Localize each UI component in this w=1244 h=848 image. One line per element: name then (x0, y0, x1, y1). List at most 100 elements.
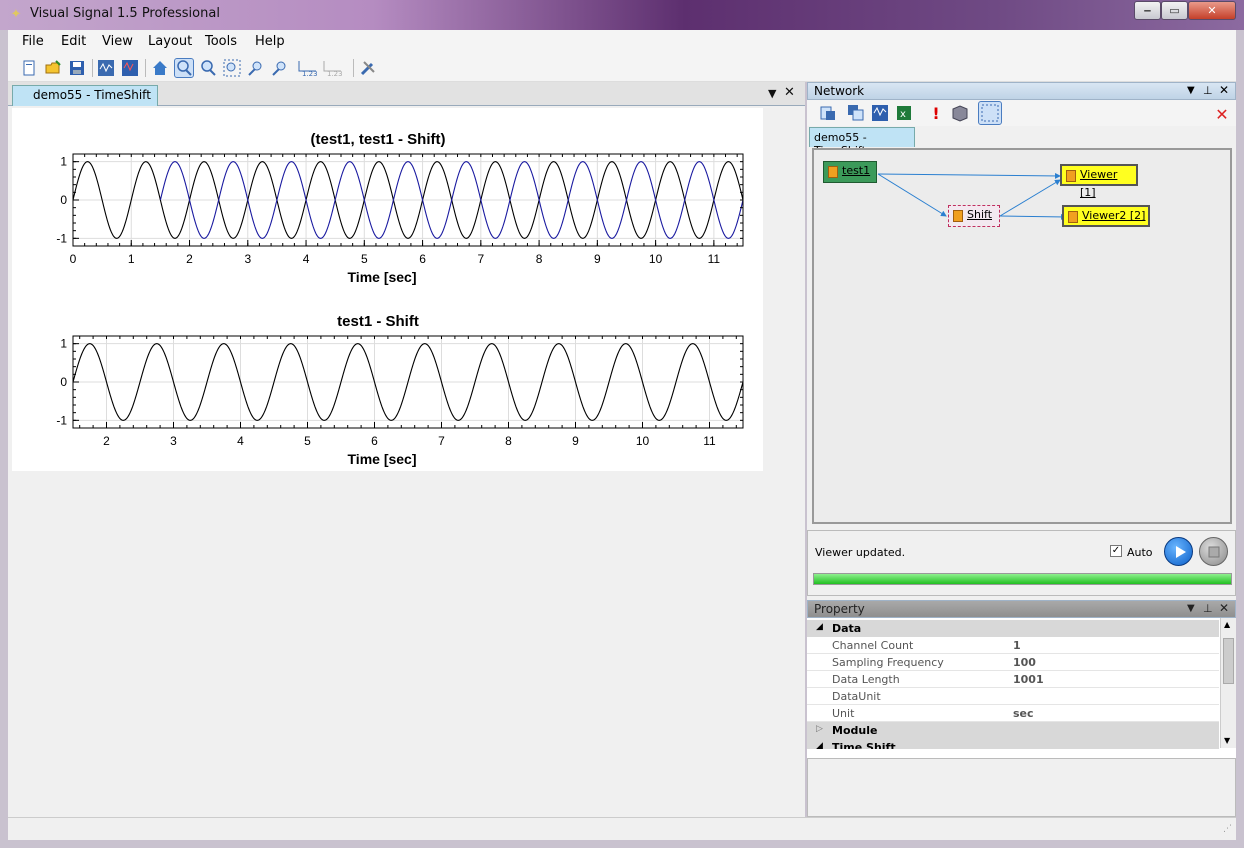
chart-y-tick-label: 1 (60, 337, 67, 351)
auto-checkbox[interactable]: ✓ (1110, 545, 1122, 557)
property-key: Data Length (832, 673, 900, 686)
property-dropdown-icon[interactable]: ▼ (1187, 603, 1195, 614)
add-module-icon[interactable] (819, 104, 837, 122)
chart-x-tick-label: 10 (636, 434, 650, 448)
chart-x-tick-label: 8 (536, 252, 543, 266)
node-test1-label: test1 (842, 164, 871, 177)
property-category-data[interactable]: ◢ Data (807, 620, 1219, 637)
property-value[interactable]: sec (1013, 707, 1034, 720)
scroll-up-icon[interactable]: ▲ (1224, 620, 1230, 629)
menu-help[interactable]: Help (255, 34, 285, 49)
axis-value-disabled-icon: 1.23 (321, 59, 347, 78)
zoom-x-icon[interactable] (247, 59, 265, 77)
property-close-icon[interactable]: ✕ (1219, 601, 1229, 615)
property-row[interactable]: Data Length 1001 (807, 671, 1219, 688)
home-icon[interactable] (151, 59, 169, 77)
export-chart-icon[interactable] (97, 59, 115, 77)
chart-x-tick-label: 4 (237, 434, 244, 448)
save-icon[interactable] (68, 59, 86, 77)
property-pin-icon[interactable]: ⊥ (1203, 602, 1213, 615)
resize-grip-icon[interactable]: ⋰ (1223, 824, 1232, 834)
network-tab-demo55[interactable]: demo55 - TimeShift (809, 127, 915, 157)
property-category-module[interactable]: ▷ Module (807, 722, 1219, 739)
stop-button[interactable] (1199, 537, 1228, 566)
save-chart-icon[interactable] (121, 59, 139, 77)
chart-title: (test1, test1 - Shift) (310, 131, 445, 148)
expand-icon[interactable]: ▷ (816, 724, 823, 734)
chart-y-tick-label: -1 (56, 231, 67, 245)
property-value[interactable]: 100 (1013, 656, 1036, 669)
copy-module-icon[interactable] (847, 104, 865, 122)
module-library-icon[interactable] (951, 104, 969, 122)
zoom-in-icon[interactable] (174, 58, 194, 78)
scroll-thumb[interactable] (1223, 638, 1234, 684)
menu-layout[interactable]: Layout (148, 34, 192, 49)
zoom-out-icon[interactable] (199, 59, 217, 77)
chart-x-tick-label: 11 (708, 252, 721, 266)
chart-x-tick-label: 7 (438, 434, 445, 448)
chart-x-axis-label: Time [sec] (348, 269, 417, 285)
property-category-timeshift[interactable]: ◢ Time Shift (807, 739, 1219, 749)
alert-icon[interactable]: ! (927, 104, 945, 123)
menu-bar: File Edit View Layout Tools Help (8, 30, 1236, 54)
chart-x-tick-label: 5 (361, 252, 368, 266)
collapse-icon[interactable]: ◢ (816, 741, 823, 749)
property-value[interactable]: 1 (1013, 639, 1021, 652)
tools-icon[interactable] (359, 59, 377, 77)
chart-x-tick-label: 5 (304, 434, 311, 448)
chart-x-tick-label: 9 (594, 252, 601, 266)
svg-text:x: x (900, 109, 906, 120)
zoom-fit-icon[interactable] (223, 59, 241, 77)
property-row[interactable]: Channel Count 1 (807, 637, 1219, 654)
property-key: Unit (832, 707, 855, 720)
property-category-label: Data (832, 622, 862, 635)
property-row[interactable]: Unit sec (807, 705, 1219, 722)
network-dropdown-icon[interactable]: ▼ (1187, 85, 1195, 96)
delete-module-icon[interactable]: ✕ (1213, 105, 1231, 124)
select-region-icon[interactable] (978, 101, 1002, 125)
property-value[interactable]: 1001 (1013, 673, 1044, 686)
excel-export-icon[interactable]: x (895, 104, 913, 122)
property-title: Property (814, 602, 865, 616)
property-key: Sampling Frequency (832, 656, 944, 669)
node-viewer1[interactable]: Viewer [1] (1060, 164, 1138, 199)
maximize-button[interactable]: ▭ (1161, 1, 1188, 20)
window-title-bar: ✦ Visual Signal 1.5 Professional ‒ ▭ ✕ (0, 0, 1244, 30)
chart-x-tick-label: 2 (103, 434, 110, 448)
menu-edit[interactable]: Edit (61, 34, 86, 49)
axis-value-icon[interactable]: 1.23 (296, 59, 318, 78)
property-description-panel (807, 758, 1236, 817)
window-title: Visual Signal 1.5 Professional (30, 6, 220, 21)
property-row[interactable]: DataUnit (807, 688, 1219, 705)
tab-dropdown-icon[interactable]: ▼ (768, 87, 776, 100)
status-message: Viewer updated. (815, 546, 906, 559)
zoom-y-icon[interactable] (271, 59, 289, 77)
network-chart-icon[interactable] (871, 104, 889, 122)
tab-close-icon[interactable]: ✕ (784, 85, 795, 100)
collapse-icon[interactable]: ◢ (816, 622, 823, 632)
property-panel-header: Property ▼ ⊥ ✕ (807, 600, 1236, 618)
scroll-down-icon[interactable]: ▼ (1224, 736, 1230, 745)
menu-file[interactable]: File (22, 34, 44, 49)
tab-demo55-timeshift[interactable]: demo55 - TimeShift (12, 85, 158, 106)
menu-view[interactable]: View (102, 34, 133, 49)
menu-tools[interactable]: Tools (205, 34, 237, 49)
property-row[interactable]: Sampling Frequency 100 (807, 654, 1219, 671)
chart-x-tick-label: 8 (505, 434, 512, 448)
document-pane: demo55 - TimeShift ▼ ✕ (test1, test1 - S… (8, 82, 805, 817)
chart-x-axis-label: Time [sec] (348, 451, 417, 467)
open-folder-icon[interactable] (44, 59, 62, 77)
node-shift-label: Shift (967, 208, 993, 221)
network-close-icon[interactable]: ✕ (1219, 83, 1229, 97)
minimize-button[interactable]: ‒ (1134, 1, 1161, 20)
node-test1[interactable]: test1 (823, 161, 877, 183)
node-shift[interactable]: Shift (948, 205, 1000, 227)
node-viewer2[interactable]: Viewer2 [2] (1062, 205, 1150, 227)
run-button[interactable] (1164, 537, 1193, 566)
new-file-icon[interactable] (20, 59, 38, 77)
close-button[interactable]: ✕ (1188, 1, 1236, 20)
property-scrollbar[interactable]: ▲ ▼ (1220, 618, 1236, 748)
chart-x-tick-label: 10 (649, 252, 663, 266)
network-pin-icon[interactable]: ⊥ (1203, 84, 1213, 97)
property-key: Channel Count (832, 639, 914, 652)
